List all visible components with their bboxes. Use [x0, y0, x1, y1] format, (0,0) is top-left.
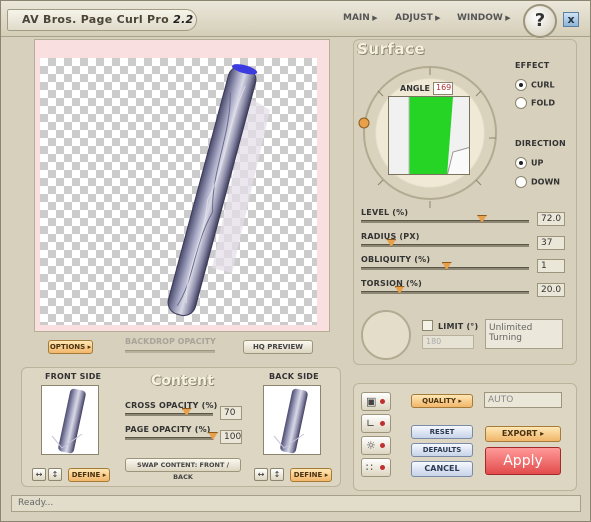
limit-field: 180	[422, 335, 474, 349]
limit-checkbox[interactable]	[422, 320, 433, 331]
direction-down-radio[interactable]: DOWN	[515, 176, 560, 188]
grid-icon: ∷	[366, 461, 373, 474]
cross-opacity-field[interactable]: 70	[220, 406, 242, 420]
limit-description: Unlimited Turning	[485, 319, 563, 349]
obliquity-label: OBLIQUITY (%)	[361, 255, 431, 264]
backdrop-opacity-label: BACKDROP OPACITY	[125, 337, 216, 346]
lighting-tool-button[interactable]: ☼	[361, 436, 391, 455]
fold-radio-indicator	[515, 97, 527, 109]
menu-main[interactable]: MAIN	[343, 13, 378, 23]
level-field[interactable]: 72.0	[537, 212, 565, 226]
menu-window[interactable]: WINDOW	[457, 13, 511, 23]
angle-field[interactable]: 169	[433, 82, 453, 95]
hq-preview-button[interactable]: HQ PREVIEW	[243, 340, 313, 354]
back-side-thumbnail[interactable]	[263, 385, 321, 455]
axis-tool-button[interactable]: ∟	[361, 414, 391, 433]
page-opacity-field[interactable]: 100	[220, 430, 242, 444]
mask-tool-button[interactable]: ▣	[361, 392, 391, 411]
mask-icon: ▣	[366, 395, 377, 408]
obliquity-field[interactable]: 1	[537, 259, 565, 273]
quality-button[interactable]: QUALITY ▸	[411, 394, 473, 408]
export-label: EXPORT	[501, 429, 538, 438]
reset-button[interactable]: RESET	[411, 425, 473, 439]
sun-icon: ☼	[366, 439, 376, 452]
front-define-button[interactable]: DEFINE ▸	[68, 468, 110, 482]
angle-label: ANGLE	[400, 84, 431, 93]
torsion-field[interactable]: 20.0	[537, 283, 565, 297]
back-define-button[interactable]: DEFINE ▸	[290, 468, 332, 482]
back-flip-horizontal-button[interactable]: ↔	[254, 468, 268, 481]
options-label: OPTIONS	[49, 343, 86, 351]
down-radio-indicator	[515, 176, 527, 188]
cancel-button[interactable]: CANCEL	[411, 461, 473, 477]
backdrop-opacity-slider	[125, 350, 215, 353]
status-bar: Ready...	[11, 495, 581, 512]
direction-label: DIRECTION	[515, 139, 566, 148]
cross-opacity-slider[interactable]	[125, 413, 213, 416]
direction-up-radio[interactable]: UP	[515, 157, 543, 169]
front-flip-vertical-button[interactable]: ↕	[48, 468, 62, 481]
cross-opacity-label: CROSS OPACITY (%)	[125, 401, 218, 410]
grid-tool-button[interactable]: ∷	[361, 458, 391, 477]
axis-icon: ∟	[366, 417, 376, 430]
front-define-label: DEFINE	[71, 471, 101, 479]
preview-panel	[34, 39, 330, 332]
radius-field[interactable]: 37	[537, 236, 565, 250]
app-version: 2.2	[173, 13, 194, 26]
angle-preview	[388, 96, 470, 175]
front-side-thumbnail[interactable]	[41, 385, 99, 455]
menu-adjust[interactable]: ADJUST	[395, 13, 441, 23]
content-title: Content	[151, 373, 214, 389]
curl-radio-indicator	[515, 79, 527, 91]
help-button[interactable]: ?	[523, 4, 557, 38]
curled-page-preview	[167, 64, 270, 317]
effect-label: EFFECT	[515, 61, 550, 70]
surface-title: Surface	[357, 40, 426, 58]
quality-label: QUALITY	[422, 397, 456, 405]
status-text: Ready...	[18, 498, 54, 508]
app-title: AV Bros. Page Curl Pro 2.2	[7, 9, 197, 31]
page-opacity-label: PAGE OPACITY (%)	[125, 425, 211, 434]
back-flip-vertical-button[interactable]: ↕	[270, 468, 284, 481]
up-radio-indicator	[515, 157, 527, 169]
apply-button[interactable]: Apply	[485, 447, 561, 475]
up-label: UP	[531, 158, 544, 168]
defaults-button[interactable]: DEFAULTS	[411, 443, 473, 457]
level-slider[interactable]	[361, 220, 529, 223]
swap-content-button[interactable]: SWAP CONTENT: FRONT / BACK	[125, 458, 241, 481]
limit-label: LIMIT (°)	[438, 322, 479, 331]
front-flip-horizontal-button[interactable]: ↔	[32, 468, 46, 481]
page-opacity-slider[interactable]	[125, 437, 213, 440]
effect-fold-radio[interactable]: FOLD	[515, 97, 555, 109]
app-title-text: AV Bros. Page Curl Pro	[22, 13, 169, 26]
back-side-label: BACK SIDE	[269, 372, 319, 381]
curl-label: CURL	[531, 80, 555, 90]
page-curl-window: AV Bros. Page Curl Pro 2.2 MAIN ADJUST W…	[0, 0, 591, 522]
effect-curl-radio[interactable]: CURL	[515, 79, 555, 91]
close-button[interactable]: x	[563, 12, 579, 27]
radius-slider[interactable]	[361, 244, 529, 247]
back-define-label: DEFINE	[293, 471, 323, 479]
level-label: LEVEL (%)	[361, 208, 409, 217]
torsion-label: TORSION (%)	[361, 279, 422, 288]
export-button[interactable]: EXPORT ▸	[485, 426, 561, 442]
preview-canvas[interactable]	[40, 58, 317, 325]
title-bar: AV Bros. Page Curl Pro 2.2 MAIN ADJUST W…	[1, 1, 590, 38]
down-label: DOWN	[531, 177, 560, 187]
options-button[interactable]: OPTIONS ▸	[48, 340, 93, 354]
quality-field: AUTO	[484, 392, 562, 408]
angle-handle[interactable]	[358, 117, 370, 129]
torsion-slider[interactable]	[361, 291, 529, 294]
front-side-label: FRONT SIDE	[45, 372, 102, 381]
limit-dial	[361, 310, 411, 360]
fold-label: FOLD	[531, 98, 556, 108]
obliquity-slider[interactable]	[361, 267, 529, 270]
